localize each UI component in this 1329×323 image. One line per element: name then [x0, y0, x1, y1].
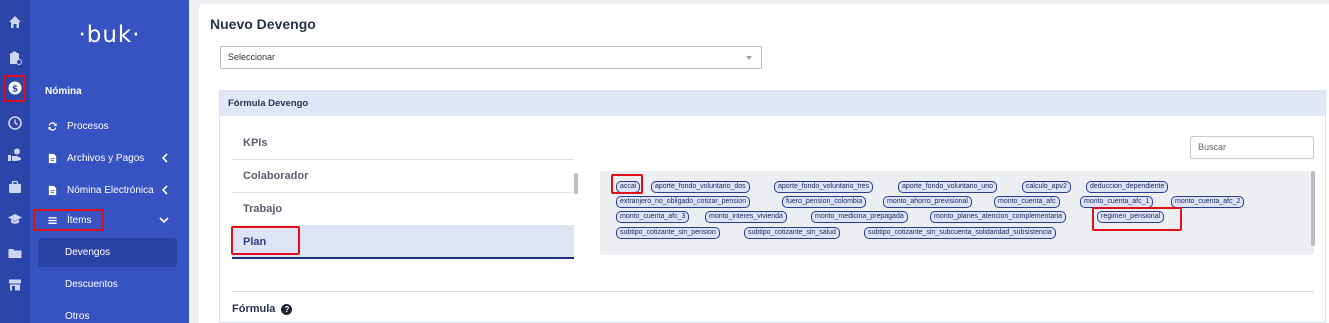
- document-icon: [45, 183, 59, 197]
- variable-chip[interactable]: monto_cuenta_afc_3: [616, 211, 690, 223]
- variable-chip[interactable]: subtipo_cotizante_sin_subcuenta_solidari…: [864, 227, 1056, 239]
- variable-chip-accai[interactable]: accai: [616, 181, 641, 193]
- page-title: Nuevo Devengo: [210, 16, 316, 32]
- variable-chip[interactable]: calculo_apv2: [1022, 181, 1071, 193]
- variable-chip[interactable]: monto_medicina_prepagada: [811, 211, 908, 223]
- divider: [232, 291, 1314, 292]
- sidebar-item-label: Archivos y Pagos: [67, 152, 145, 164]
- formula-card: Fórmula Devengo KPIs Colaborador Trabajo…: [219, 90, 1326, 323]
- sidebar-item-archivos-y-pagos[interactable]: Archivos y Pagos: [38, 145, 181, 171]
- sidebar: ·buk· Nómina Procesos Archivos y Pagos N…: [30, 0, 189, 323]
- tab-plan[interactable]: Plan: [232, 226, 574, 259]
- variable-chip[interactable]: monto_interes_vivienda: [705, 211, 787, 223]
- variable-chip[interactable]: monto_cuenta_afc: [994, 196, 1060, 208]
- sidebar-subitem-otros[interactable]: Otros: [38, 302, 177, 323]
- variable-chip[interactable]: extranjero_no_obligado_cotizar_pension: [616, 196, 751, 208]
- sidebar-item-label: Ítems: [67, 214, 92, 226]
- caret-down-icon: [746, 56, 752, 60]
- variable-chip[interactable]: deduccion_dependiente: [1086, 181, 1169, 193]
- variables-scrollbar[interactable]: [1311, 171, 1315, 246]
- list-icon: [45, 213, 59, 227]
- variable-chip[interactable]: fuero_pension_colombia: [782, 196, 867, 208]
- document-icon: [45, 151, 59, 165]
- chevron-down-icon: [159, 217, 169, 224]
- sidebar-item-procesos[interactable]: Procesos: [38, 113, 181, 139]
- variable-chip[interactable]: aporte_fondo_voluntario_dos: [651, 181, 750, 193]
- main-content: Nuevo Devengo Seleccionar Fórmula Deveng…: [199, 4, 1329, 323]
- tab-colaborador[interactable]: Colaborador: [232, 160, 574, 193]
- variable-chip[interactable]: monto_cuenta_afc_1: [1080, 196, 1154, 208]
- variable-chip[interactable]: aporte_fondo_voluntario_tres: [774, 181, 874, 193]
- buk-logo[interactable]: ·buk·: [30, 22, 189, 48]
- dollar-icon[interactable]: $: [7, 80, 23, 96]
- variable-chip[interactable]: subtipo_cotizante_sin_salud: [744, 227, 840, 239]
- home-icon[interactable]: [7, 14, 23, 30]
- sidebar-item-label: Nómina Electrónica: [67, 184, 154, 196]
- graduation-cap-icon[interactable]: [7, 211, 23, 227]
- chevron-left-icon: [161, 185, 168, 195]
- variable-chip[interactable]: monto_planes_atencion_complementaria: [930, 211, 1067, 223]
- variables-container: accai aporte_fondo_voluntario_dos aporte…: [600, 171, 1314, 255]
- devengo-type-select[interactable]: Seleccionar: [220, 46, 762, 69]
- variable-chip[interactable]: subtipo_cotizante_sin_pension: [616, 227, 720, 239]
- sidebar-item-label: Procesos: [67, 120, 109, 132]
- briefcase-icon[interactable]: [7, 179, 23, 195]
- variable-category-tabs: KPIs Colaborador Trabajo Plan: [232, 127, 578, 263]
- clock-icon[interactable]: [7, 115, 23, 131]
- sidebar-item-nomina-electronica[interactable]: Nómina Electrónica: [38, 177, 181, 203]
- refresh-icon: [45, 119, 59, 133]
- formula-label-text: Fórmula: [232, 303, 276, 315]
- clipboard-icon[interactable]: [7, 50, 23, 66]
- variable-chip[interactable]: monto_cuenta_afc_2: [1171, 196, 1245, 208]
- sidebar-item-items[interactable]: Ítems: [38, 207, 181, 233]
- help-icon[interactable]: ?: [281, 303, 293, 315]
- select-value: Seleccionar: [228, 52, 276, 62]
- section-title-nomina[interactable]: Nómina: [45, 86, 82, 97]
- card-title: Fórmula Devengo: [220, 91, 1325, 116]
- tab-kpis[interactable]: KPIs: [232, 127, 574, 160]
- variable-chip[interactable]: monto_ahorro_previsional: [883, 196, 972, 208]
- variable-chip[interactable]: aporte_fondo_voluntario_uno: [898, 181, 998, 193]
- chevron-left-icon: [161, 153, 168, 163]
- store-icon[interactable]: [7, 277, 23, 293]
- sidebar-subitem-devengos[interactable]: Devengos: [38, 238, 177, 267]
- variable-chip-regimen-pensional[interactable]: regimen_pensional: [1097, 211, 1165, 223]
- sidebar-subitem-descuentos[interactable]: Descuentos: [38, 270, 177, 299]
- search-input[interactable]: Buscar: [1190, 136, 1314, 159]
- hand-money-icon[interactable]: [7, 147, 23, 163]
- icon-rail: $: [0, 0, 30, 323]
- formula-label: Fórmula ?: [232, 303, 293, 315]
- svg-text:$: $: [12, 85, 18, 95]
- folder-icon[interactable]: [7, 245, 23, 261]
- tab-trabajo[interactable]: Trabajo: [232, 193, 574, 226]
- tabs-scrollbar[interactable]: [574, 173, 578, 194]
